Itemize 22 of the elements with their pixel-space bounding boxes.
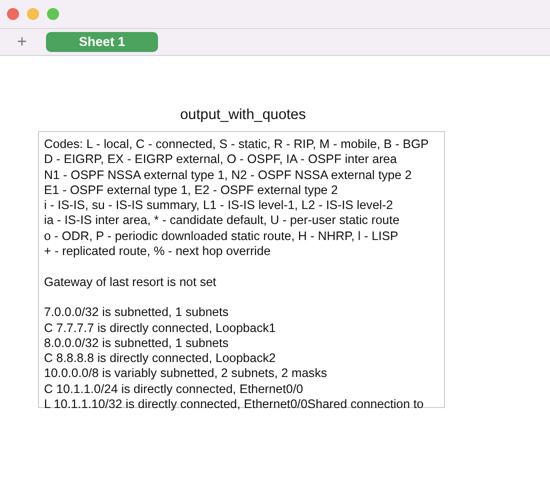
output-line: L 10.1.1.10/32 is directly connected, Ethernet0/0Shared connection to xyxy=(44,397,425,412)
output-line: ia - IS-IS inter area, * - candidate default, U - per-user static route xyxy=(44,213,400,229)
close-button[interactable] xyxy=(7,8,19,20)
output-line: i - IS-IS, su - IS-IS summary, L1 - IS-IS level-1, L2 - IS-IS level-2 xyxy=(44,198,394,214)
table-title: output_with_quotes xyxy=(179,107,307,123)
output-line: C 10.1.1.0/24 is directly connected, Ethernet0/0 xyxy=(44,382,304,398)
output-line: D - EIGRP, EX - EIGRP external, O - OSPF, IA - OSPF inter area xyxy=(44,152,398,168)
minimize-button[interactable] xyxy=(27,8,39,20)
output-line: 8.0.0.0/32 is subnetted, 1 subnets xyxy=(44,336,230,352)
zoom-button[interactable] xyxy=(47,8,59,20)
output-line: C 8.8.8.8 is directly connected, Loopback2 xyxy=(44,351,277,366)
output-line: o - ODR, P - periodic downloaded static route, H - NHRP, l - LISP xyxy=(44,228,400,244)
output-line: + - replicated route, % - next hop override xyxy=(44,244,272,260)
output-line: Gateway of last resort is not set xyxy=(44,274,218,290)
output-line: Codes: L - local, C - connected, S - static, R - RIP, M - mobile, B - BGP xyxy=(44,137,430,152)
sheet-tab[interactable]: Sheet 1 xyxy=(46,32,158,52)
output-line: 7.0.0.0/32 is subnetted, 1 subnets xyxy=(44,305,230,321)
output-line: N1 - OSPF NSSA external type 1, N2 - OSPF NSSA external type 2 xyxy=(44,168,413,183)
add-sheet-button[interactable]: + xyxy=(12,32,32,52)
output-line: 10.0.0.0/8 is variably subnetted, 2 subnets, 2 masks xyxy=(44,366,328,382)
output-line: E1 - OSPF external type 1, E2 - OSPF external type 2 xyxy=(44,182,339,198)
output-line: C 7.7.7.7 is directly connected, Loopback1 xyxy=(44,320,277,336)
